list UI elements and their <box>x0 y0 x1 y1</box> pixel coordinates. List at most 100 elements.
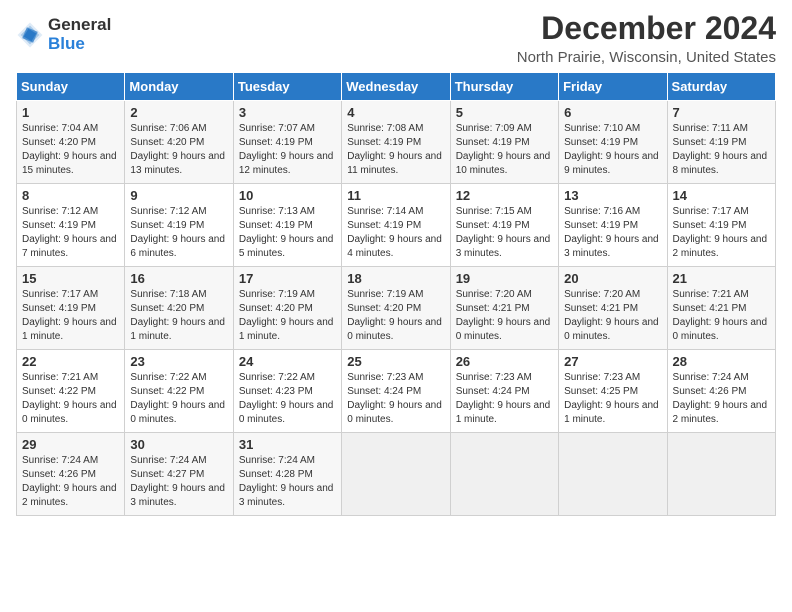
day-info: Sunrise: 7:24 AMSunset: 4:27 PMDaylight:… <box>130 454 227 510</box>
day-info: Sunrise: 7:20 AMSunset: 4:21 PMDaylight:… <box>564 288 661 344</box>
calendar-cell: 2Sunrise: 7:06 AMSunset: 4:20 PMDaylight… <box>125 101 233 184</box>
weekday-header-thursday: Thursday <box>450 73 558 101</box>
day-info: Sunrise: 7:19 AMSunset: 4:20 PMDaylight:… <box>239 288 336 344</box>
day-number: 24 <box>239 354 336 369</box>
day-number: 15 <box>22 271 119 286</box>
calendar-cell: 10 Sunrise: 7:13 AMSunset: 4:19 PMDayligh… <box>233 184 341 267</box>
day-info: Sunrise: 7:22 AMSunset: 4:22 PMDaylight:… <box>130 371 227 427</box>
weekday-header-tuesday: Tuesday <box>233 73 341 101</box>
day-info: Sunrise: 7:17 AMSunset: 4:19 PMDaylight:… <box>22 288 119 344</box>
day-number: 8 <box>22 188 119 203</box>
calendar-cell: 25 Sunrise: 7:23 AMSunset: 4:24 PMDayligh… <box>342 350 450 433</box>
day-number: 26 <box>456 354 553 369</box>
day-number: 11 <box>347 188 444 203</box>
day-info: Sunrise: 7:18 AMSunset: 4:20 PMDaylight:… <box>130 288 227 344</box>
day-number: 3 <box>239 105 336 120</box>
day-number: 17 <box>239 271 336 286</box>
day-number: 31 <box>239 437 336 452</box>
day-info: Sunrise: 7:24 AMSunset: 4:28 PMDaylight:… <box>239 454 336 510</box>
calendar-cell: 4 Sunrise: 7:08 AMSunset: 4:19 PMDaylight… <box>342 101 450 184</box>
month-title: December 2024 <box>517 10 776 47</box>
day-number: 28 <box>673 354 770 369</box>
calendar-table: SundayMondayTuesdayWednesdayThursdayFrid… <box>16 72 776 516</box>
day-number: 13 <box>564 188 661 203</box>
calendar-cell: 20 Sunrise: 7:20 AMSunset: 4:21 PMDayligh… <box>559 267 667 350</box>
location-title: North Prairie, Wisconsin, United States <box>517 49 776 66</box>
day-number: 27 <box>564 354 661 369</box>
calendar-cell <box>667 433 775 516</box>
calendar-cell: 9Sunrise: 7:12 AMSunset: 4:19 PMDaylight… <box>125 184 233 267</box>
day-info: Sunrise: 7:11 AMSunset: 4:19 PMDaylight:… <box>673 122 770 178</box>
day-number: 20 <box>564 271 661 286</box>
calendar-cell: 1Sunrise: 7:04 AMSunset: 4:20 PMDaylight… <box>17 101 125 184</box>
day-number: 29 <box>22 437 119 452</box>
day-info: Sunrise: 7:17 AMSunset: 4:19 PMDaylight:… <box>673 205 770 261</box>
calendar-cell: 23 Sunrise: 7:22 AMSunset: 4:22 PMDayligh… <box>125 350 233 433</box>
day-number: 10 <box>239 188 336 203</box>
calendar-cell: 3 Sunrise: 7:07 AMSunset: 4:19 PMDaylight… <box>233 101 341 184</box>
calendar-cell: 27 Sunrise: 7:23 AMSunset: 4:25 PMDayligh… <box>559 350 667 433</box>
day-info: Sunrise: 7:19 AMSunset: 4:20 PMDaylight:… <box>347 288 444 344</box>
day-number: 5 <box>456 105 553 120</box>
day-info: Sunrise: 7:20 AMSunset: 4:21 PMDaylight:… <box>456 288 553 344</box>
day-number: 25 <box>347 354 444 369</box>
calendar-cell: 28 Sunrise: 7:24 AMSunset: 4:26 PMDayligh… <box>667 350 775 433</box>
calendar-cell: 16 Sunrise: 7:18 AMSunset: 4:20 PMDayligh… <box>125 267 233 350</box>
day-info: Sunrise: 7:23 AMSunset: 4:24 PMDaylight:… <box>347 371 444 427</box>
day-info: Sunrise: 7:10 AMSunset: 4:19 PMDaylight:… <box>564 122 661 178</box>
calendar-cell: 26 Sunrise: 7:23 AMSunset: 4:24 PMDayligh… <box>450 350 558 433</box>
calendar-cell: 24 Sunrise: 7:22 AMSunset: 4:23 PMDayligh… <box>233 350 341 433</box>
weekday-header-wednesday: Wednesday <box>342 73 450 101</box>
day-info: Sunrise: 7:15 AMSunset: 4:19 PMDaylight:… <box>456 205 553 261</box>
calendar-cell: 18 Sunrise: 7:19 AMSunset: 4:20 PMDayligh… <box>342 267 450 350</box>
day-info: Sunrise: 7:22 AMSunset: 4:23 PMDaylight:… <box>239 371 336 427</box>
day-number: 12 <box>456 188 553 203</box>
calendar-cell: 15 Sunrise: 7:17 AMSunset: 4:19 PMDayligh… <box>17 267 125 350</box>
calendar-cell: 19Sunrise: 7:20 AMSunset: 4:21 PMDayligh… <box>450 267 558 350</box>
calendar-cell: 29Sunrise: 7:24 AMSunset: 4:26 PMDayligh… <box>17 433 125 516</box>
day-info: Sunrise: 7:23 AMSunset: 4:25 PMDaylight:… <box>564 371 661 427</box>
calendar-week-row: 22Sunrise: 7:21 AMSunset: 4:22 PMDayligh… <box>17 350 776 433</box>
calendar-cell: 30 Sunrise: 7:24 AMSunset: 4:27 PMDayligh… <box>125 433 233 516</box>
weekday-header-monday: Monday <box>125 73 233 101</box>
calendar-cell: 12 Sunrise: 7:15 AMSunset: 4:19 PMDayligh… <box>450 184 558 267</box>
calendar-cell: 21 Sunrise: 7:21 AMSunset: 4:21 PMDayligh… <box>667 267 775 350</box>
logo-general-text: General <box>48 16 111 35</box>
calendar-cell: 6Sunrise: 7:10 AMSunset: 4:19 PMDaylight… <box>559 101 667 184</box>
calendar-cell: 13Sunrise: 7:16 AMSunset: 4:19 PMDayligh… <box>559 184 667 267</box>
calendar-cell <box>450 433 558 516</box>
calendar-cell: 7 Sunrise: 7:11 AMSunset: 4:19 PMDaylight… <box>667 101 775 184</box>
calendar-cell <box>342 433 450 516</box>
title-section: December 2024 North Prairie, Wisconsin, … <box>517 10 776 66</box>
day-info: Sunrise: 7:13 AMSunset: 4:19 PMDaylight:… <box>239 205 336 261</box>
day-info: Sunrise: 7:09 AMSunset: 4:19 PMDaylight:… <box>456 122 553 178</box>
day-info: Sunrise: 7:14 AMSunset: 4:19 PMDaylight:… <box>347 205 444 261</box>
weekday-header-row: SundayMondayTuesdayWednesdayThursdayFrid… <box>17 73 776 101</box>
day-number: 16 <box>130 271 227 286</box>
day-number: 23 <box>130 354 227 369</box>
calendar-week-row: 1Sunrise: 7:04 AMSunset: 4:20 PMDaylight… <box>17 101 776 184</box>
day-info: Sunrise: 7:08 AMSunset: 4:19 PMDaylight:… <box>347 122 444 178</box>
day-number: 18 <box>347 271 444 286</box>
weekday-header-sunday: Sunday <box>17 73 125 101</box>
day-info: Sunrise: 7:23 AMSunset: 4:24 PMDaylight:… <box>456 371 553 427</box>
day-number: 30 <box>130 437 227 452</box>
calendar-cell: 31 Sunrise: 7:24 AMSunset: 4:28 PMDayligh… <box>233 433 341 516</box>
calendar-week-row: 8Sunrise: 7:12 AMSunset: 4:19 PMDaylight… <box>17 184 776 267</box>
day-info: Sunrise: 7:04 AMSunset: 4:20 PMDaylight:… <box>22 122 119 178</box>
logo: General Blue <box>16 16 111 53</box>
day-number: 9 <box>130 188 227 203</box>
calendar-cell: 22Sunrise: 7:21 AMSunset: 4:22 PMDayligh… <box>17 350 125 433</box>
logo-text: General Blue <box>48 16 111 53</box>
day-number: 7 <box>673 105 770 120</box>
day-info: Sunrise: 7:21 AMSunset: 4:22 PMDaylight:… <box>22 371 119 427</box>
day-info: Sunrise: 7:21 AMSunset: 4:21 PMDaylight:… <box>673 288 770 344</box>
calendar-cell: 11 Sunrise: 7:14 AMSunset: 4:19 PMDayligh… <box>342 184 450 267</box>
day-number: 2 <box>130 105 227 120</box>
day-number: 4 <box>347 105 444 120</box>
day-info: Sunrise: 7:24 AMSunset: 4:26 PMDaylight:… <box>673 371 770 427</box>
weekday-header-saturday: Saturday <box>667 73 775 101</box>
day-number: 21 <box>673 271 770 286</box>
day-info: Sunrise: 7:07 AMSunset: 4:19 PMDaylight:… <box>239 122 336 178</box>
day-number: 14 <box>673 188 770 203</box>
